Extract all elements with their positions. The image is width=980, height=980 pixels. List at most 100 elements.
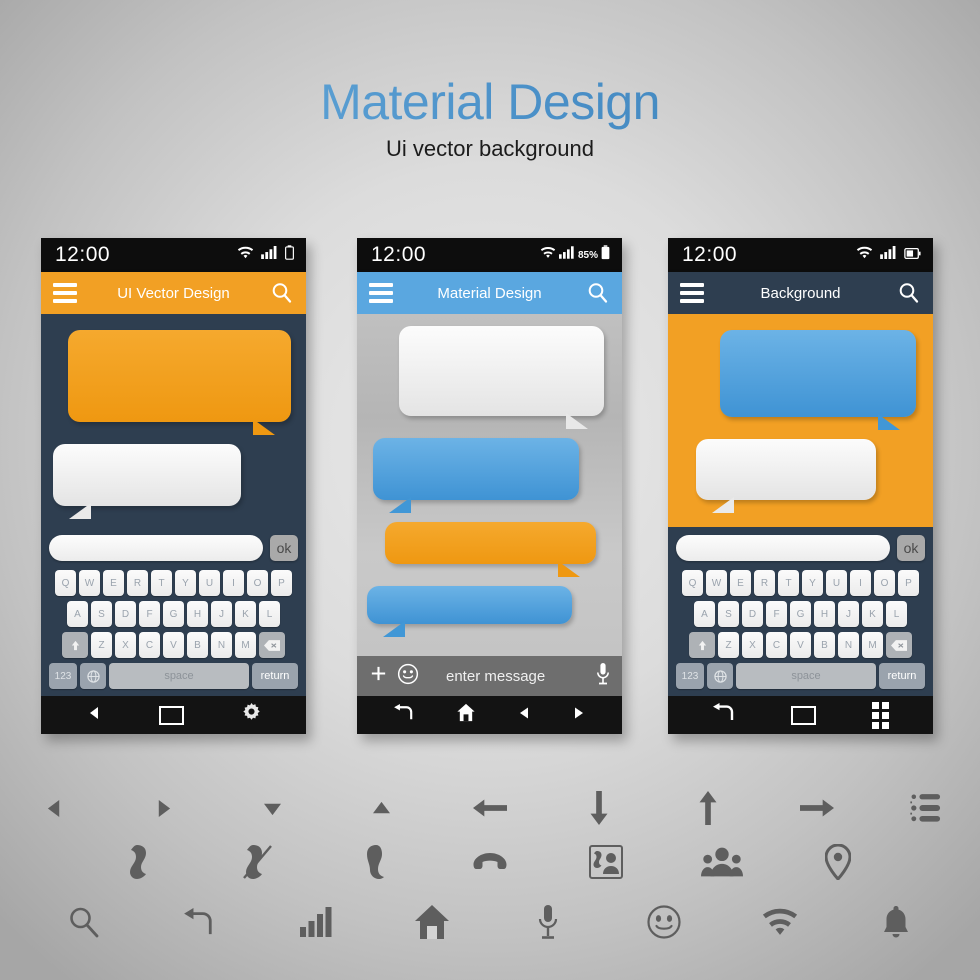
- right-triangle-icon[interactable]: [572, 706, 586, 725]
- key[interactable]: L: [259, 601, 280, 627]
- list-icon[interactable]: [871, 782, 980, 834]
- home-icon[interactable]: [374, 896, 490, 948]
- back-triangle-icon[interactable]: [86, 705, 102, 726]
- backspace-key[interactable]: [259, 632, 285, 658]
- chat-bubble[interactable]: [373, 438, 579, 513]
- space-key[interactable]: space: [109, 663, 249, 689]
- hamburger-icon[interactable]: [680, 283, 704, 303]
- key[interactable]: U: [199, 570, 220, 596]
- chat-bubble[interactable]: [367, 586, 572, 637]
- key[interactable]: F: [766, 601, 787, 627]
- search-icon[interactable]: [270, 281, 294, 305]
- key[interactable]: L: [886, 601, 907, 627]
- undo-arrow-icon[interactable]: [142, 896, 258, 948]
- left-triangle-icon[interactable]: [0, 782, 109, 834]
- return-key[interactable]: return: [879, 663, 925, 689]
- key[interactable]: Q: [682, 570, 703, 596]
- up-arrow-icon[interactable]: [653, 782, 762, 834]
- message-placeholder[interactable]: enter message: [446, 668, 545, 685]
- back-arrow-icon[interactable]: [393, 703, 415, 727]
- bell-icon[interactable]: [838, 896, 954, 948]
- key[interactable]: C: [766, 632, 787, 658]
- chat-bubble[interactable]: [53, 444, 241, 519]
- key[interactable]: G: [790, 601, 811, 627]
- phone-hangup-icon[interactable]: [432, 836, 548, 888]
- numbers-key[interactable]: 123: [676, 663, 704, 689]
- search-icon[interactable]: [586, 281, 610, 305]
- wifi-icon[interactable]: [722, 896, 838, 948]
- hamburger-icon[interactable]: [53, 283, 77, 303]
- key[interactable]: Z: [91, 632, 112, 658]
- message-input[interactable]: [49, 535, 263, 561]
- ok-button[interactable]: ok: [270, 535, 298, 561]
- key[interactable]: W: [79, 570, 100, 596]
- key[interactable]: Q: [55, 570, 76, 596]
- key[interactable]: K: [235, 601, 256, 627]
- signal-bars-icon[interactable]: [258, 896, 374, 948]
- microphone-icon[interactable]: [490, 896, 606, 948]
- key[interactable]: V: [163, 632, 184, 658]
- key[interactable]: B: [187, 632, 208, 658]
- key[interactable]: F: [139, 601, 160, 627]
- home-icon[interactable]: [456, 703, 476, 728]
- key[interactable]: B: [814, 632, 835, 658]
- globe-key[interactable]: [80, 663, 106, 689]
- key[interactable]: D: [115, 601, 136, 627]
- key[interactable]: M: [235, 632, 256, 658]
- square-icon[interactable]: [791, 705, 817, 725]
- key[interactable]: H: [187, 601, 208, 627]
- right-arrow-icon[interactable]: [762, 782, 871, 834]
- gear-icon[interactable]: [241, 702, 262, 728]
- key[interactable]: E: [730, 570, 751, 596]
- plus-icon[interactable]: [369, 664, 388, 688]
- group-people-icon[interactable]: [664, 836, 780, 888]
- key[interactable]: K: [862, 601, 883, 627]
- chat-bubble[interactable]: [68, 330, 291, 435]
- key[interactable]: N: [211, 632, 232, 658]
- key[interactable]: H: [814, 601, 835, 627]
- phone-icon[interactable]: [84, 836, 200, 888]
- key[interactable]: Y: [802, 570, 823, 596]
- key[interactable]: T: [151, 570, 172, 596]
- chat-bubble[interactable]: [720, 330, 916, 430]
- key[interactable]: P: [271, 570, 292, 596]
- numbers-key[interactable]: 123: [49, 663, 77, 689]
- key[interactable]: Y: [175, 570, 196, 596]
- key[interactable]: O: [247, 570, 268, 596]
- grid-apps-icon[interactable]: [872, 701, 890, 729]
- search-icon[interactable]: [897, 281, 921, 305]
- key[interactable]: E: [103, 570, 124, 596]
- contact-card-icon[interactable]: [548, 836, 664, 888]
- up-triangle-icon[interactable]: [327, 782, 436, 834]
- key[interactable]: M: [862, 632, 883, 658]
- phone-handset-icon[interactable]: [316, 836, 432, 888]
- down-arrow-icon[interactable]: [544, 782, 653, 834]
- space-key[interactable]: space: [736, 663, 876, 689]
- key[interactable]: C: [139, 632, 160, 658]
- key[interactable]: O: [874, 570, 895, 596]
- right-triangle-icon[interactable]: [109, 782, 218, 834]
- key[interactable]: V: [790, 632, 811, 658]
- hamburger-icon[interactable]: [369, 283, 393, 303]
- chat-bubble[interactable]: [696, 439, 876, 513]
- key[interactable]: U: [826, 570, 847, 596]
- down-triangle-icon[interactable]: [218, 782, 327, 834]
- key[interactable]: R: [754, 570, 775, 596]
- key[interactable]: I: [850, 570, 871, 596]
- key[interactable]: R: [127, 570, 148, 596]
- key[interactable]: S: [718, 601, 739, 627]
- key[interactable]: G: [163, 601, 184, 627]
- key[interactable]: A: [67, 601, 88, 627]
- square-icon[interactable]: [158, 705, 184, 725]
- key[interactable]: W: [706, 570, 727, 596]
- key[interactable]: X: [115, 632, 136, 658]
- key[interactable]: S: [91, 601, 112, 627]
- left-triangle-icon[interactable]: [517, 706, 531, 725]
- key[interactable]: P: [898, 570, 919, 596]
- chat-bubble[interactable]: [399, 326, 604, 429]
- key[interactable]: J: [211, 601, 232, 627]
- message-input[interactable]: [676, 535, 890, 561]
- chat-bubble[interactable]: [385, 522, 596, 577]
- smiley-icon[interactable]: [397, 663, 419, 690]
- location-pin-icon[interactable]: [780, 836, 896, 888]
